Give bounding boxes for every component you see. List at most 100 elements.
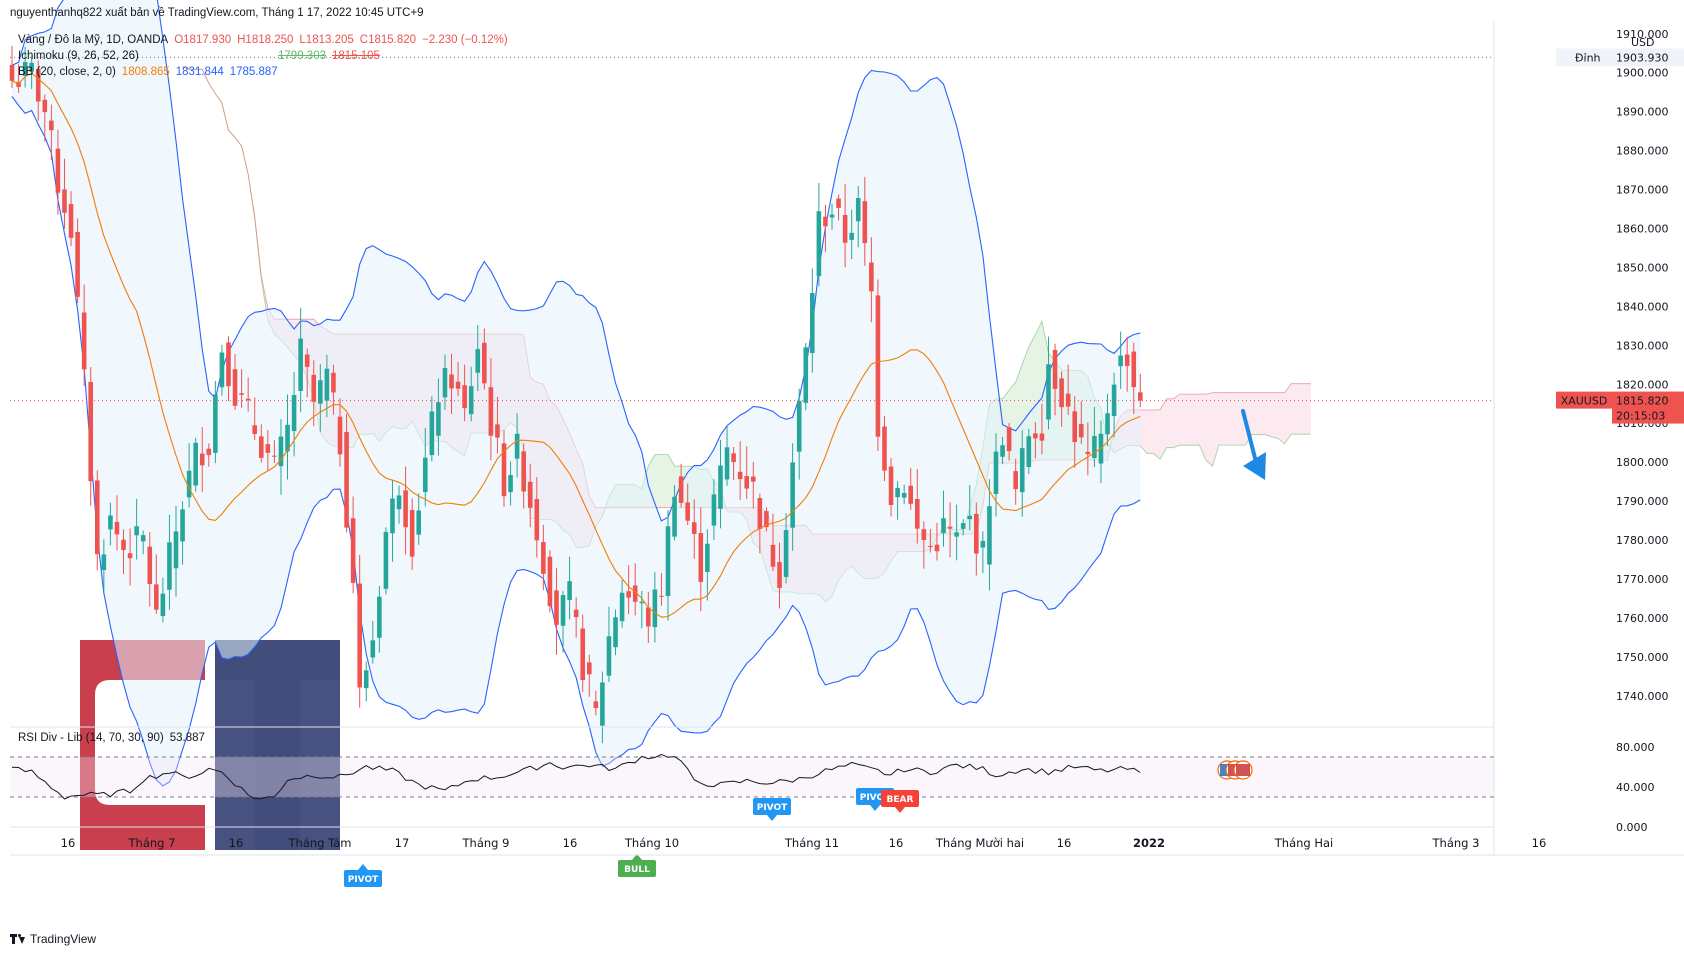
ichimoku-cloud-segment	[1258, 392, 1265, 435]
candle-body	[101, 554, 107, 571]
publisher-line: nguyenthanhq822 xuất bản về TradingView.…	[10, 7, 424, 19]
candle-body	[849, 232, 854, 240]
high-tag-label: Đỉnh	[1575, 51, 1601, 64]
candle-body	[534, 499, 540, 541]
candle-body	[600, 682, 605, 726]
price-tick-label: 1890.000	[1616, 106, 1669, 119]
candle-body	[580, 628, 586, 681]
candle-body	[1026, 436, 1032, 468]
candle-body	[1105, 413, 1110, 435]
candle-body	[974, 513, 979, 554]
time-tick-label: 16	[229, 836, 244, 850]
ichimoku-cloud-segment	[1186, 394, 1193, 446]
candle-body	[947, 526, 953, 529]
candle-body	[121, 539, 126, 550]
candle-body	[567, 581, 572, 601]
flag-stripes-icon[interactable]	[1236, 764, 1250, 776]
candle-body	[1059, 378, 1064, 408]
chart-canvas[interactable]: 1900.000 1890.000 1880.000 1870.000 1860.000…	[0, 0, 1684, 954]
candle-body	[934, 544, 940, 552]
candle-body	[908, 485, 914, 504]
candle-body	[829, 214, 835, 218]
pivot-badge-mid-label: PIVOT	[757, 803, 788, 813]
candle-body	[869, 262, 874, 292]
candle-body	[770, 544, 776, 567]
candle-body	[606, 636, 612, 676]
candle-body	[816, 211, 822, 276]
candle-body	[331, 372, 336, 393]
candle-body	[134, 526, 139, 536]
candle-body	[724, 447, 730, 480]
ichimoku-legend[interactable]: Ichimoku (9, 26, 52, 26) 1799.303 1815.10…	[18, 50, 386, 62]
rsi-label: RSI Div - Lib (14, 70, 30, 90)	[18, 732, 164, 744]
ichimoku-cloud-segment	[1179, 394, 1187, 446]
ichimoku-cloud-segment	[1291, 383, 1298, 435]
candle-body	[901, 492, 907, 498]
time-tick-label: Tháng 3	[1432, 836, 1480, 850]
bull-badge: BULL	[618, 854, 656, 877]
candle-body	[652, 589, 658, 628]
candle-body	[744, 476, 750, 489]
candle-body	[521, 451, 526, 492]
ohlc-change: −2.230 (−0.12%)	[422, 34, 508, 46]
candle-body	[213, 394, 218, 453]
candle-body	[541, 542, 546, 574]
time-tick-label: 16	[889, 836, 904, 850]
ohlc-high: H1818.250	[237, 34, 294, 46]
candle-body	[560, 595, 566, 626]
candle-body	[619, 592, 625, 622]
candle-body	[442, 367, 448, 398]
candle-body	[1118, 355, 1123, 367]
flags-icon[interactable]	[1217, 760, 1253, 780]
candle-body	[960, 523, 966, 529]
rsi-legend[interactable]: RSI Div - Lib (14, 70, 30, 90) 53.887	[18, 732, 211, 744]
candle-body	[180, 509, 185, 542]
tradingview-logo-icon	[10, 934, 26, 944]
candle-body	[468, 386, 474, 415]
bear-badge-label: BEAR	[887, 795, 914, 805]
time-tick-label: Tháng 10	[624, 836, 679, 850]
symbol-legend[interactable]: Vàng / Đô la Mỹ, 1D, OANDA O1817.930 H1818…	[18, 34, 514, 46]
candle-body	[363, 670, 369, 689]
ichimoku-cloud-segment	[1199, 394, 1206, 461]
ichimoku-cloud-segment	[1304, 383, 1311, 435]
candle-body	[272, 455, 277, 457]
candle-body	[862, 201, 868, 244]
footer-brand-label: TradingView	[30, 932, 97, 946]
price-tick-label: 1900.000	[1616, 67, 1669, 80]
price-tick-label: 1820.000	[1616, 378, 1669, 391]
candle-body	[239, 393, 244, 395]
candle-body	[344, 431, 349, 528]
time-tick-label: Tháng Mười hai	[935, 836, 1024, 850]
candle-body	[941, 518, 946, 534]
price-tick-label: 1780.000	[1616, 534, 1669, 547]
ichimoku-cloud-segment	[1146, 409, 1154, 454]
candle-body	[449, 374, 454, 389]
footer-brand[interactable]: TradingView	[10, 932, 96, 946]
candle-body	[554, 590, 559, 625]
candle-body	[678, 476, 684, 503]
candle-body	[265, 444, 271, 453]
candle-body	[436, 402, 441, 436]
bb-legend[interactable]: BB (20, close, 2, 0) 1808.865 1831.844 1785…	[18, 66, 284, 78]
candle-body	[731, 453, 736, 463]
ichimoku-value-2: 1815.105	[331, 50, 380, 62]
pivot-badge-low-label: PIVOT	[348, 875, 379, 885]
rsi-tick-label: 80.000	[1616, 741, 1655, 754]
ichimoku-label: Ichimoku (9, 26, 52, 26)	[18, 50, 139, 62]
ichimoku-cloud-segment	[1232, 392, 1239, 446]
ichimoku-cloud-segment	[1264, 392, 1272, 437]
candle-body	[718, 465, 723, 509]
price-tick-label: 1870.000	[1616, 184, 1669, 197]
time-tick-label: 16	[1532, 836, 1547, 850]
time-tick-label: Tháng 7	[128, 836, 176, 850]
candle-body	[954, 532, 959, 537]
candle-body	[777, 562, 782, 588]
symbol-tag: XAUUSD	[1561, 395, 1608, 408]
ichimoku-cloud-segment	[1153, 409, 1160, 460]
ichimoku-cloud-segment	[1284, 383, 1292, 444]
candle-body	[475, 349, 481, 373]
ichimoku-cloud-segment	[1166, 398, 1174, 448]
candle-body	[527, 481, 533, 508]
price-axis[interactable]: 1900.000 1890.000 1880.000 1870.000 1860.000…	[1493, 21, 1684, 855]
